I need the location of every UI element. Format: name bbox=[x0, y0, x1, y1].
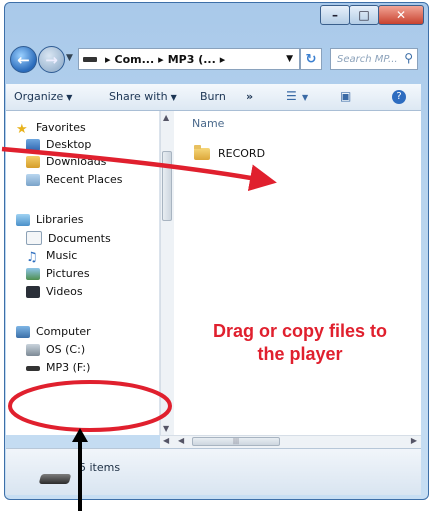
forward-button[interactable]: → bbox=[38, 46, 65, 73]
sidebar-item-music[interactable]: ♫ Music bbox=[26, 249, 78, 265]
sidebar-item-libraries[interactable]: Libraries bbox=[16, 213, 84, 226]
drive-icon bbox=[83, 56, 97, 62]
documents-icon bbox=[26, 231, 42, 245]
sidebar-item-label: Recent Places bbox=[46, 173, 123, 186]
refresh-button[interactable]: ↻ bbox=[300, 48, 322, 70]
breadcrumb-separator[interactable]: ▸ bbox=[220, 53, 226, 66]
share-with-label: Share with bbox=[109, 90, 168, 103]
file-list: Name RECORD bbox=[174, 111, 421, 435]
help-icon[interactable]: ? bbox=[392, 90, 406, 104]
libraries-icon bbox=[16, 213, 30, 226]
sidebar-item-downloads[interactable]: Downloads bbox=[26, 155, 106, 168]
sidebar-item-os-drive[interactable]: OS (C:) bbox=[26, 343, 85, 356]
scroll-right-icon[interactable]: ▶ bbox=[411, 436, 417, 445]
scroll-left-icon[interactable]: ◀ bbox=[178, 436, 184, 445]
sidebar-item-videos[interactable]: Videos bbox=[26, 285, 83, 298]
command-bar: Organize ▼ Share with ▼ Burn » ☰ ▼ ▣ ? bbox=[6, 84, 421, 111]
more-commands-button[interactable]: » bbox=[246, 90, 253, 103]
search-input[interactable]: Search MP... ⚲ bbox=[330, 48, 418, 70]
sidebar-item-desktop[interactable]: Desktop bbox=[26, 138, 91, 151]
breadcrumb[interactable]: ▸ Com... ▸ MP3 (... ▸ ▼ bbox=[78, 48, 300, 70]
item-count: 5 items bbox=[79, 461, 121, 474]
recent-places-icon bbox=[26, 173, 40, 186]
list-item[interactable]: RECORD bbox=[194, 144, 266, 160]
chevron-down-icon: ▼ bbox=[170, 93, 177, 102]
close-button[interactable]: ✕ bbox=[378, 5, 424, 25]
sidebar-item-label: OS (C:) bbox=[46, 343, 86, 356]
downloads-folder-icon bbox=[26, 155, 40, 168]
history-dropdown-icon[interactable]: ▼ bbox=[66, 53, 73, 63]
scroll-up-icon[interactable]: ▲ bbox=[163, 113, 169, 122]
search-icon[interactable]: ⚲ bbox=[404, 51, 413, 65]
horizontal-scrollbar[interactable]: ◀ ◀ ||| ▶ bbox=[160, 435, 421, 448]
chevron-down-icon: ▼ bbox=[66, 93, 73, 102]
scrollbar-thumb[interactable]: ||| bbox=[192, 437, 280, 446]
address-bar: ← → ▼ ▸ Com... ▸ MP3 (... ▸ ▼ ↻ Search M… bbox=[8, 44, 420, 74]
column-header-name[interactable]: Name bbox=[192, 117, 224, 130]
sidebar-item-computer[interactable]: Computer bbox=[16, 325, 91, 338]
view-options-icon[interactable]: ☰ bbox=[286, 89, 297, 103]
more-label: » bbox=[246, 90, 254, 103]
sidebar-item-favorites[interactable]: ★ Favorites bbox=[16, 121, 86, 137]
sidebar-item-label: Documents bbox=[48, 231, 111, 245]
hard-drive-icon bbox=[26, 343, 40, 356]
computer-icon bbox=[16, 325, 30, 338]
share-with-menu[interactable]: Share with ▼ bbox=[109, 90, 177, 103]
organize-menu[interactable]: Organize ▼ bbox=[14, 90, 72, 103]
chevron-down-icon[interactable]: ▼ bbox=[302, 93, 308, 102]
folder-name: RECORD bbox=[218, 147, 266, 160]
sidebar-item-label: Pictures bbox=[46, 267, 90, 280]
sidebar-item-documents[interactable]: Documents bbox=[26, 231, 111, 245]
folder-icon bbox=[194, 144, 210, 160]
breadcrumb-separator[interactable]: ▸ bbox=[158, 53, 164, 66]
usb-drive-icon bbox=[38, 474, 72, 484]
breadcrumb-computer[interactable]: Com... bbox=[115, 53, 155, 66]
scrollbar-thumb[interactable] bbox=[162, 151, 172, 221]
navigation-pane: ★ Favorites Desktop Downloads Recent Pla… bbox=[6, 111, 160, 435]
back-button[interactable]: ← bbox=[10, 46, 37, 73]
sidebar-item-label: Downloads bbox=[46, 155, 107, 168]
maximize-button[interactable]: □ bbox=[349, 5, 379, 25]
star-icon: ★ bbox=[16, 121, 28, 137]
sidebar-item-label: MP3 (F:) bbox=[46, 361, 91, 374]
breadcrumb-separator[interactable]: ▸ bbox=[105, 53, 111, 66]
minimize-button[interactable]: – bbox=[320, 5, 350, 25]
sidebar-item-label: Favorites bbox=[36, 121, 86, 134]
callout-line-2: the player bbox=[257, 344, 343, 364]
sidebar-item-label: Computer bbox=[36, 325, 91, 338]
navigation-pane-scrollbar[interactable]: ▲ ▼ bbox=[160, 111, 174, 435]
sidebar-item-label: Libraries bbox=[36, 213, 84, 226]
preview-pane-icon[interactable]: ▣ bbox=[340, 89, 351, 103]
scroll-down-icon[interactable]: ▼ bbox=[163, 424, 169, 433]
desktop-icon bbox=[26, 138, 40, 151]
burn-button[interactable]: Burn bbox=[200, 90, 226, 103]
sidebar-item-label: Music bbox=[46, 249, 78, 262]
title-bar[interactable]: – □ ✕ bbox=[5, 3, 428, 41]
music-icon: ♫ bbox=[26, 249, 38, 265]
scroll-left-icon[interactable]: ◀ bbox=[163, 436, 169, 445]
videos-icon bbox=[26, 285, 40, 298]
search-placeholder: Search MP... bbox=[337, 53, 398, 65]
instruction-callout: Drag or copy files to the player bbox=[175, 320, 425, 366]
sidebar-item-label: Desktop bbox=[46, 138, 92, 151]
sidebar-item-label: Videos bbox=[46, 285, 83, 298]
callout-line-1: Drag or copy files to bbox=[212, 321, 388, 341]
sidebar-item-pictures[interactable]: Pictures bbox=[26, 267, 90, 280]
sidebar-item-recent-places[interactable]: Recent Places bbox=[26, 173, 123, 186]
pictures-icon bbox=[26, 267, 40, 280]
details-pane: 5 items bbox=[6, 448, 421, 495]
sidebar-item-mp3-drive[interactable]: MP3 (F:) bbox=[26, 361, 90, 374]
burn-label: Burn bbox=[200, 90, 226, 103]
usb-drive-icon bbox=[26, 366, 40, 371]
organize-label: Organize bbox=[14, 90, 64, 103]
address-dropdown-icon[interactable]: ▼ bbox=[286, 54, 293, 64]
breadcrumb-mp3[interactable]: MP3 (... bbox=[168, 53, 216, 66]
